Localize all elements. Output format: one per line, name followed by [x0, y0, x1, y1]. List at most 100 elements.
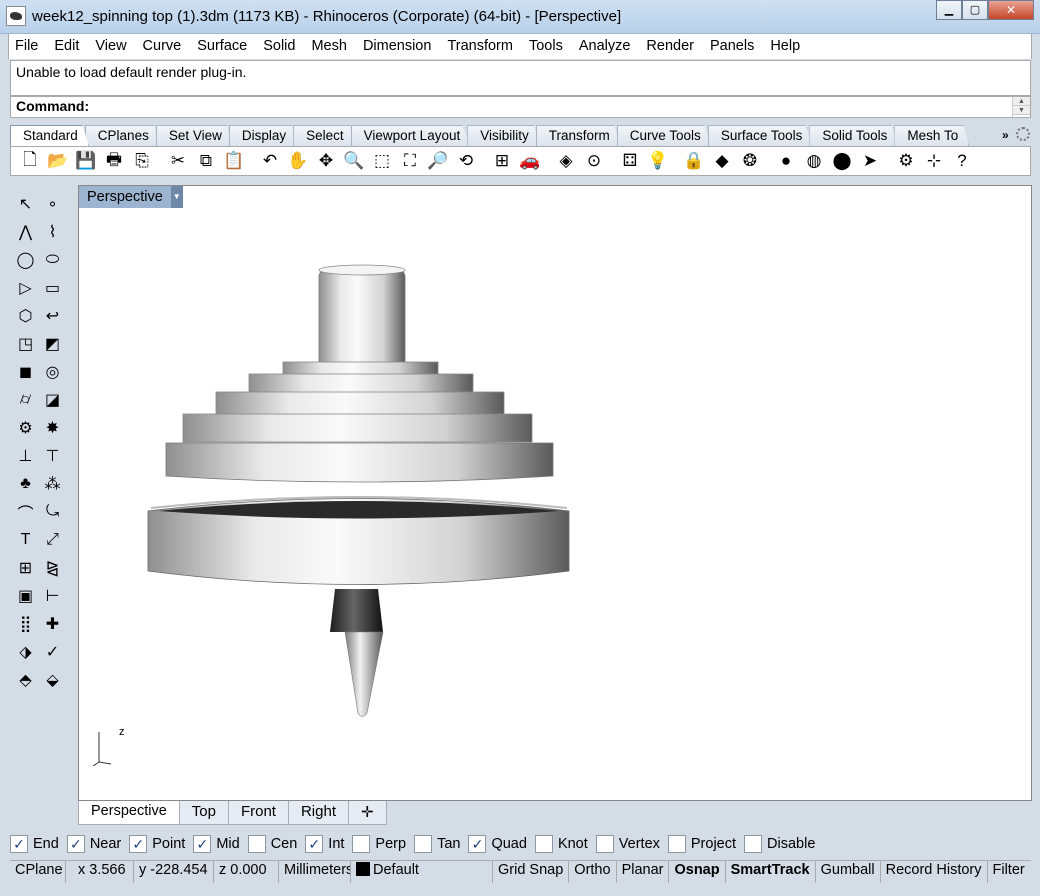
render-sphere-icon[interactable]: ⬤	[829, 148, 855, 174]
toolbar-tab-set-view[interactable]: Set View	[155, 125, 233, 146]
select-point-icon[interactable]: ⊙	[581, 148, 607, 174]
dimension-icon[interactable]: ⊢	[39, 582, 66, 610]
menu-solid[interactable]: Solid	[255, 34, 303, 59]
osnap-knot[interactable]: Knot	[534, 835, 588, 853]
spinning-top-model[interactable]	[79, 186, 1032, 801]
osnap-point[interactable]: ✓ Point	[129, 835, 185, 853]
object-properties-icon[interactable]: ⚃	[617, 148, 643, 174]
osnap-toggle[interactable]: Osnap	[669, 861, 726, 883]
menu-file[interactable]: File	[9, 34, 46, 59]
color-wheel-icon[interactable]: ❂	[737, 148, 763, 174]
minimize-button[interactable]: ▁	[936, 0, 962, 20]
osnap-vertex-checkbox[interactable]	[595, 835, 614, 853]
text-icon[interactable]: T	[12, 526, 39, 554]
rectangle-icon[interactable]: ▭	[39, 274, 66, 302]
select-arrow-icon[interactable]: ↖	[12, 190, 39, 218]
menu-tools[interactable]: Tools	[521, 34, 571, 59]
grid-snap-icon[interactable]: ⊹	[921, 148, 947, 174]
menu-mesh[interactable]: Mesh	[303, 34, 354, 59]
cut-icon[interactable]: ✂	[165, 148, 191, 174]
units-label[interactable]: Millimeters	[279, 861, 351, 883]
osnap-disable-checkbox[interactable]	[744, 835, 763, 853]
maximize-button[interactable]: ▢	[962, 0, 988, 20]
toolbar-settings-gear-icon[interactable]	[1016, 127, 1030, 141]
analyze-icon[interactable]: ⬗	[12, 638, 39, 666]
ellipse-icon[interactable]: ⬭	[39, 246, 66, 274]
tab-right[interactable]: Right	[287, 801, 349, 825]
fillet-curve-icon[interactable]: ↩	[39, 302, 66, 330]
save-icon[interactable]: 💾	[73, 148, 99, 174]
offset-curve-icon[interactable]: ⤿	[39, 498, 66, 526]
osnap-perp-checkbox[interactable]	[352, 835, 371, 853]
toolbar-tab-standard[interactable]: Standard	[10, 125, 89, 146]
osnap-tan[interactable]: Tan	[414, 835, 460, 853]
zoom-extents-icon[interactable]: ⛶	[397, 148, 423, 174]
print-icon[interactable]: 🖶	[101, 148, 127, 174]
menu-panels[interactable]: Panels	[702, 34, 762, 59]
lock-icon[interactable]: 🔒	[681, 148, 707, 174]
add-viewport-tab-icon[interactable]: ✛	[348, 801, 387, 825]
mirror-icon[interactable]: ⧎	[39, 554, 66, 582]
curve-icon[interactable]: ⌇	[39, 218, 66, 246]
boolean-split-icon[interactable]: ⊥	[12, 442, 39, 470]
light-bulb-icon[interactable]: 💡	[645, 148, 671, 174]
polygon-icon[interactable]: ▷	[12, 274, 39, 302]
cluster-points-icon[interactable]: ⁂	[39, 470, 66, 498]
osnap-mid-checkbox[interactable]: ✓	[193, 835, 212, 853]
copy-icon[interactable]: ⧉	[193, 148, 219, 174]
osnap-end-checkbox[interactable]: ✓	[10, 835, 28, 853]
toolbar-tab-visibility[interactable]: Visibility	[467, 125, 540, 146]
extrude-surface-icon[interactable]: ◩	[39, 330, 66, 358]
toolbar-tab-display[interactable]: Display	[228, 125, 298, 146]
toolbar-tab-viewport-layout[interactable]: Viewport Layout	[350, 125, 472, 146]
help-icon[interactable]: ?	[949, 148, 975, 174]
gumball-toggle[interactable]: Gumball	[816, 861, 881, 883]
trim-icon[interactable]: ⊤	[39, 442, 66, 470]
ortho-toggle[interactable]: Ortho	[569, 861, 617, 883]
menu-curve[interactable]: Curve	[135, 34, 190, 59]
toolbar-tab-transform[interactable]: Transform	[535, 125, 621, 146]
wire-sphere-icon[interactable]: ◍	[801, 148, 827, 174]
command-scrollbar[interactable]: ▲ ▼	[1012, 97, 1030, 117]
filter-toggle[interactable]: Filter	[988, 861, 1030, 883]
tab-perspective[interactable]: Perspective	[78, 801, 180, 825]
polyline-icon[interactable]: ⋀	[12, 218, 39, 246]
toolbar-tab-curve-tools[interactable]: Curve Tools	[616, 125, 712, 146]
paint-bucket-icon[interactable]: ⬙	[39, 666, 66, 694]
four-viewports-icon[interactable]: ⊞	[489, 148, 515, 174]
osnap-point-checkbox[interactable]: ✓	[129, 835, 148, 853]
cylinder-icon[interactable]: ⌭	[12, 386, 39, 414]
osnap-mid[interactable]: ✓ Mid	[193, 835, 240, 853]
transform-gears-icon[interactable]: ⚙	[12, 414, 39, 442]
toolbar-tab-mesh-to[interactable]: Mesh To	[894, 125, 970, 146]
osnap-quad-checkbox[interactable]: ✓	[468, 835, 487, 853]
rotate-view-icon[interactable]: ✥	[313, 148, 339, 174]
grid-snap-toggle[interactable]: Grid Snap	[493, 861, 570, 883]
osnap-int[interactable]: ✓ Int	[305, 835, 344, 853]
render-preview-icon[interactable]: ◈	[553, 148, 579, 174]
osnap-int-checkbox[interactable]: ✓	[305, 835, 324, 853]
menu-transform[interactable]: Transform	[439, 34, 521, 59]
osnap-near-checkbox[interactable]: ✓	[66, 835, 85, 853]
menu-edit[interactable]: Edit	[46, 34, 87, 59]
osnap-cen[interactable]: Cen	[247, 835, 297, 853]
osnap-cen-checkbox[interactable]	[247, 835, 266, 853]
menu-surface[interactable]: Surface	[189, 34, 255, 59]
close-button[interactable]: ✕	[988, 0, 1034, 20]
osnap-tan-checkbox[interactable]	[414, 835, 433, 853]
arc-icon[interactable]: ⌒	[12, 498, 39, 526]
osnap-disable[interactable]: Disable	[744, 835, 815, 853]
solid-box-icon[interactable]: ▣	[12, 582, 39, 610]
rotate-icon[interactable]: ⟲	[453, 148, 479, 174]
layer-icon[interactable]: ◆	[709, 148, 735, 174]
zoom-window-icon[interactable]: ⬚	[369, 148, 395, 174]
tab-front[interactable]: Front	[227, 801, 289, 825]
explode-icon[interactable]: ✸	[39, 414, 66, 442]
viewport-title[interactable]: Perspective	[79, 189, 171, 205]
import-icon[interactable]: ⎘	[129, 148, 155, 174]
osnap-perp[interactable]: Perp	[352, 835, 406, 853]
pan-hand-icon[interactable]: ✋	[285, 148, 311, 174]
smarttrack-toggle[interactable]: SmartTrack	[726, 861, 816, 883]
osnap-end[interactable]: ✓ End	[10, 835, 59, 853]
spotlight-icon[interactable]: ➤	[857, 148, 883, 174]
